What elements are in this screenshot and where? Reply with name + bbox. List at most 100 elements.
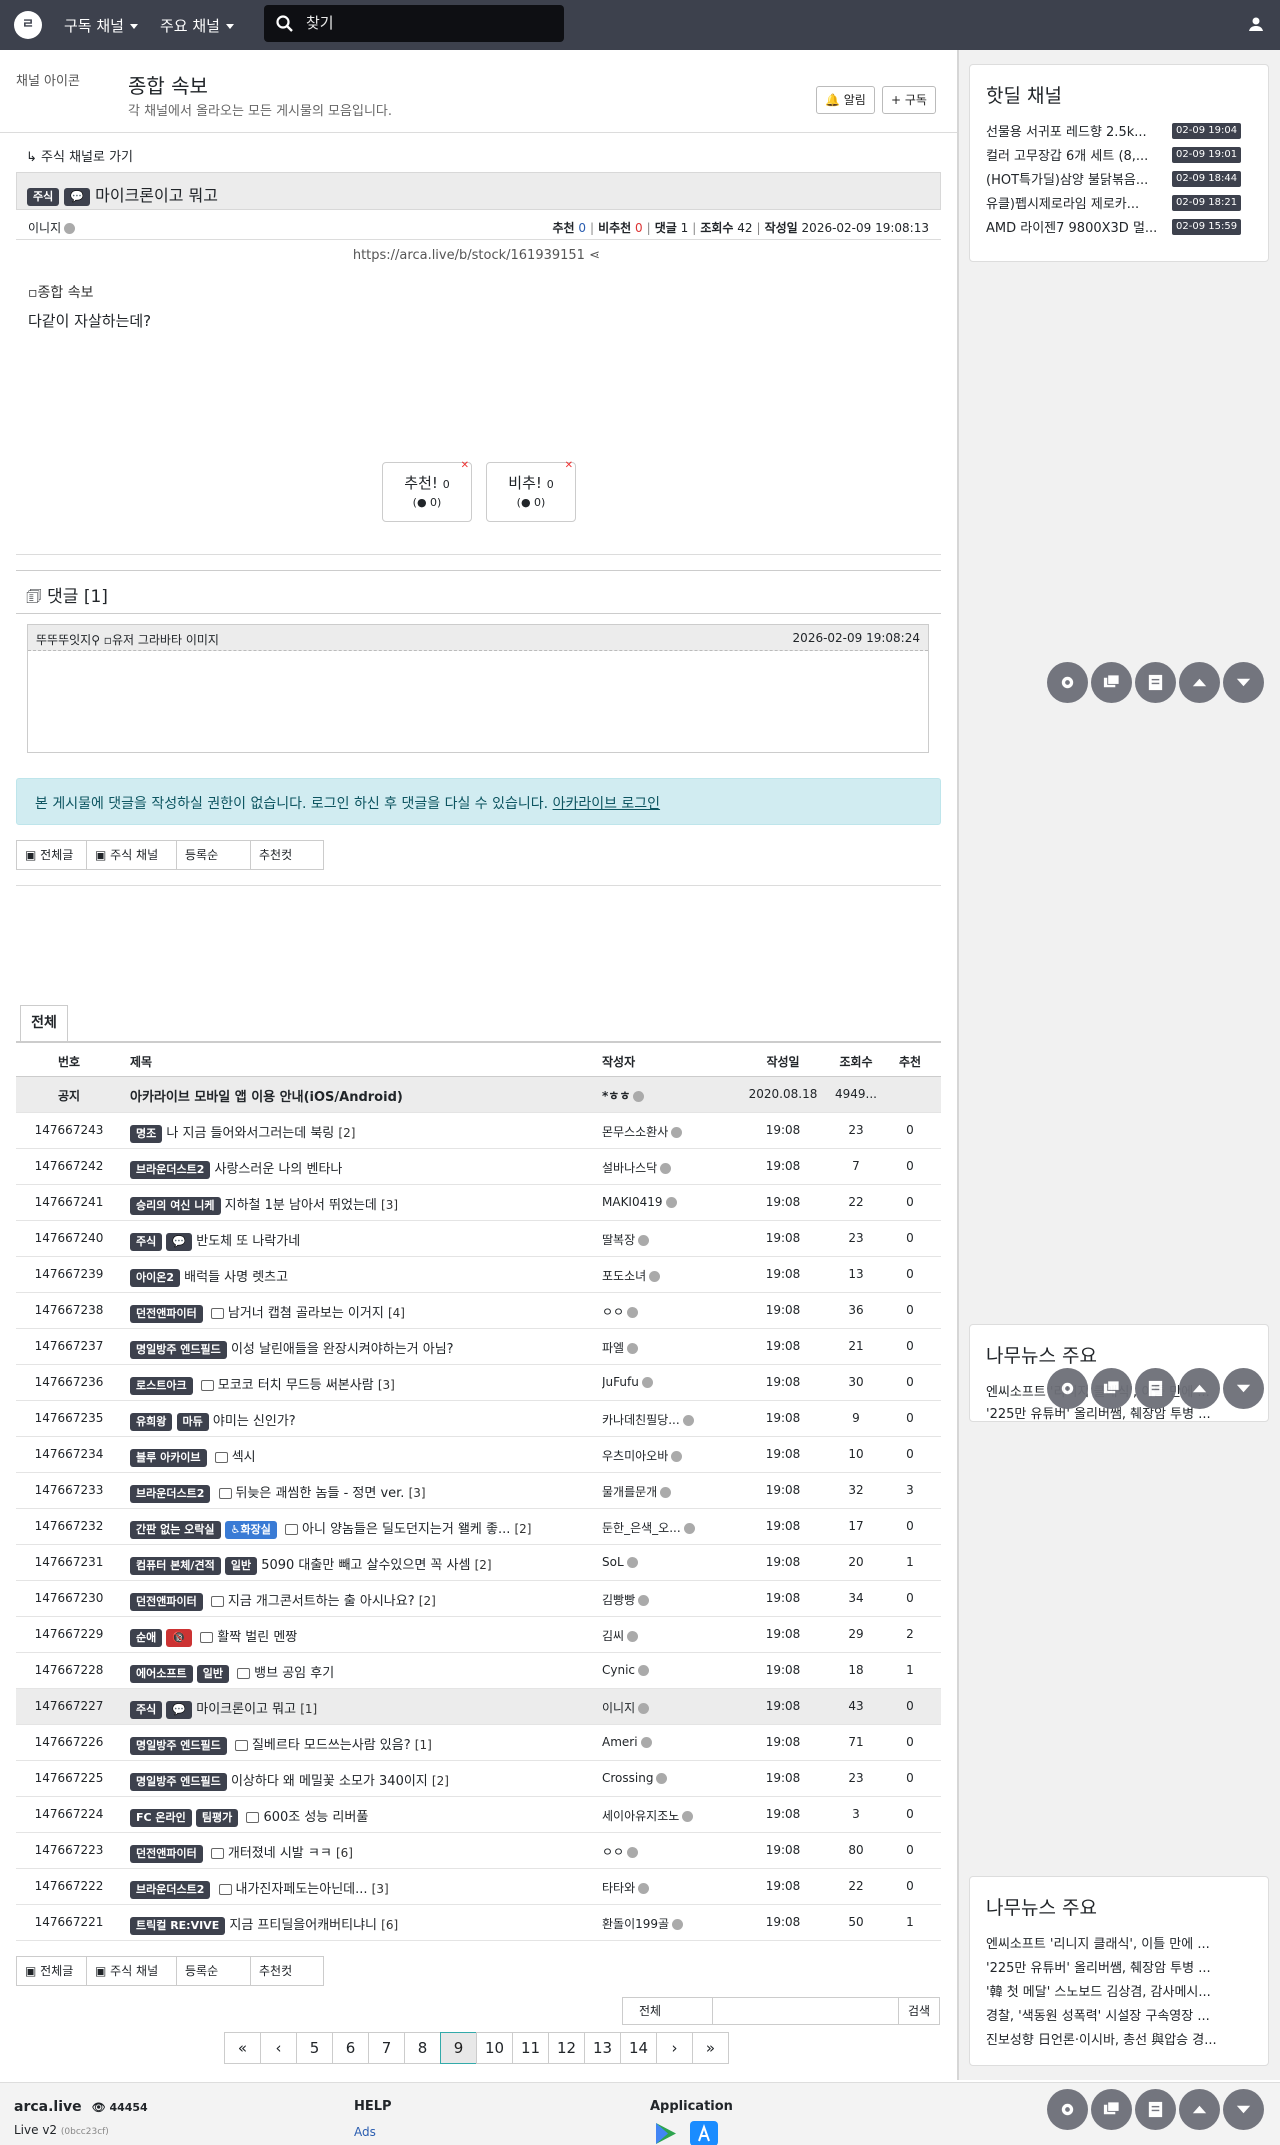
post-author[interactable]: 이니지 [602,1699,712,1716]
post-title[interactable]: 브라운더스트2 뒤늦은 괘씸한 놈들 - 정면 ver. [3] [130,1482,605,1503]
article-author[interactable]: 이니지 [28,219,76,236]
post-title[interactable]: 던전앤파이터 개터졌네 시발 ㅋㅋ [6] [130,1842,605,1863]
page-button[interactable]: 9 [440,2032,477,2064]
hotdeal-item[interactable]: 유클)펩시제로라임 제로카... [986,193,1168,212]
post-title[interactable]: 아이온2 배럭들 사명 렛츠고 [130,1266,605,1287]
category-badge[interactable]: FC 온라인 [130,1808,192,1827]
post-title[interactable]: 주식 💬 마이크론이고 뭐고 [1] [130,1698,605,1719]
post-row[interactable]: 147667240 주식 💬 반도체 또 나락가네 딸복장 19:08 23 0 [16,1221,941,1257]
post-author[interactable]: 세이아유지조노 [602,1807,712,1824]
subscribed-channels-menu[interactable]: 구독 채널 [64,15,138,36]
post-title[interactable]: 명일방주 엔드필드 이상하다 왜 메밀꽃 소모가 340이지 [2] [130,1770,605,1791]
category-badge[interactable]: 💬 [166,1700,193,1719]
post-title[interactable]: 승리의 여신 니케 지하철 1분 남아서 뛰었는데 [3] [130,1194,605,1215]
category-badge[interactable]: 명일방주 엔드필드 [130,1736,227,1755]
post-row[interactable]: 147667236 로스트아크 모코코 터치 무드등 써본사람 [3] JuFufu… [16,1365,941,1401]
list-button[interactable] [1135,1368,1176,1409]
login-link[interactable]: 아카라이브 로그인 [553,796,661,812]
post-author[interactable]: 딸복장 [602,1231,712,1248]
post-row[interactable]: 147667227 주식 💬 마이크론이고 뭐고 [1] 이니지 19:08 43 0 [16,1689,941,1725]
post-row[interactable]: 147667233 브라운더스트2 뒤늦은 괘씸한 놈들 - 정면 ver. [3… [16,1473,941,1509]
post-author[interactable]: 김씨 [602,1627,712,1644]
share-icon[interactable]: ⋖ [589,248,600,263]
post-row[interactable]: 147667235 유희왕 마듀 야미는 신인가? 카나데친필당... 19:08 9 0 [16,1401,941,1437]
scroll-up-button[interactable] [1179,2089,1220,2130]
post-title[interactable]: 던전앤파이터 남거너 캡쳠 골라보는 이거지 [4] [130,1302,605,1323]
post-author[interactable]: 파엘 [602,1339,712,1356]
post-title[interactable]: 브라운더스트2 사랑스러운 나의 벤타나 [130,1158,605,1179]
notice-title[interactable]: 아카라이브 모바일 앱 이용 안내(iOS/Android) [130,1086,605,1105]
post-row[interactable]: 147667234 블루 아카이브 섹시 우츠미아오바 19:08 10 0 [16,1437,941,1473]
post-row[interactable]: 147667243 명조 나 지금 들어와서그러는데 북링 [2] 몬무스소환사 19… [16,1113,941,1149]
news-item[interactable]: 엔씨소프트 '리니지 클래식', 이틀 만에 ... [986,1933,1256,1952]
post-title[interactable]: 명일방주 엔드필드 질베르타 모드쓰는사람 있음? [1] [130,1734,605,1755]
settings-button[interactable] [1047,2089,1088,2130]
post-author[interactable]: JuFufu [602,1375,712,1389]
category-badge[interactable]: 일반 [196,1664,229,1683]
category-badge[interactable]: 아이온2 [130,1268,181,1287]
post-title[interactable]: 컴퓨터 본체/견적 일반 5090 대출만 빼고 살수있으면 꼭 사셈 [2] [130,1554,605,1575]
filter-channel[interactable]: ▣ 주식 채널 [87,1957,177,1985]
post-title[interactable]: 주식 💬 반도체 또 나락가네 [130,1230,605,1251]
post-row[interactable]: 147667229 순애 🔞 활짝 벌린 멘짱 김씨 19:08 29 2 [16,1617,941,1653]
category-badge[interactable]: 마듀 [176,1412,209,1431]
news-title[interactable]: 나무뉴스 주요 [986,1893,1097,1920]
post-author[interactable]: Ameri [602,1735,712,1749]
filter-channel[interactable]: ▣ 주식 채널 [87,841,177,869]
next-page-button[interactable]: › [656,2032,693,2064]
first-page-button[interactable]: « [224,2032,261,2064]
post-title[interactable]: 에어소프트 일반 뱅브 공임 후기 [130,1662,605,1683]
filter-all-posts[interactable]: ▣ 전체글 [17,1957,87,1985]
filter-best[interactable]: 추천컷 [251,1957,323,1985]
page-button[interactable]: 7 [368,2032,405,2064]
comment-author[interactable]: 뚜뚜뚜잇지⚲ ▫유저 그라바타 이미지 [36,631,219,648]
post-author[interactable]: 몬무스소환사 [602,1123,712,1140]
google-play-icon[interactable] [652,2121,680,2145]
post-row[interactable]: 147667226 명일방주 엔드필드 질베르타 모드쓰는사람 있음? [1] Am… [16,1725,941,1761]
category-badge[interactable]: 에어소프트 [130,1664,193,1683]
news-item[interactable]: '225만 유튜버' 올리버쌤, 췌장암 투병 ... [986,1957,1256,1976]
list-button[interactable] [1135,662,1176,703]
post-title[interactable]: 유희왕 마듀 야미는 신인가? [130,1410,605,1431]
post-row[interactable]: 147667239 아이온2 배럭들 사명 렛츠고 포도소녀 19:08 13 0 [16,1257,941,1293]
post-title[interactable]: 간판 없는 오락실 ♿화장실 아니 양놈들은 딜도던지는거 왤케 좋... [2… [130,1518,605,1539]
alarm-button[interactable]: 🔔 알림 [816,86,875,114]
post-title[interactable]: 명일방주 엔드필드 이성 날린애들을 완장시켜야하는거 아님? [130,1338,605,1359]
search-icon[interactable] [276,15,293,32]
post-title[interactable]: 로스트아크 모코코 터치 무드등 써본사람 [3] [130,1374,605,1395]
post-author[interactable]: ㅇㅇ [602,1843,712,1860]
footer-ads-link[interactable]: Ads [354,2125,376,2139]
post-author[interactable]: 환돌이199골 [602,1915,712,1932]
list-search-input[interactable] [713,1998,899,2024]
category-badge[interactable]: 던전앤파이터 [130,1304,203,1323]
post-row[interactable]: 147667221 트릭컬 RE:VIVE 지금 프티딜을어캐버티냐니 [6] 환돌… [16,1905,941,1941]
post-author[interactable]: 카나데친필당... [602,1411,712,1428]
settings-button[interactable] [1047,662,1088,703]
scroll-up-button[interactable] [1179,662,1220,703]
category-badge[interactable]: 🔞 [166,1628,193,1647]
category-badge[interactable]: 브라운더스트2 [130,1484,211,1503]
arca-logo[interactable]: ㄹ [14,11,42,39]
category-badge[interactable]: 팀평가 [195,1808,239,1827]
page-button[interactable]: 13 [584,2032,621,2064]
post-row[interactable]: 147667222 브라운더스트2 내가진자페도는아닌데... [3] 타타와 19:… [16,1869,941,1905]
post-author[interactable]: Crossing [602,1771,712,1785]
main-channels-menu[interactable]: 주요 채널 [160,15,234,36]
scroll-up-button[interactable] [1179,1368,1220,1409]
category-badge[interactable]: 명일방주 엔드필드 [130,1772,227,1791]
notice-row[interactable]: 공지 아카라이브 모바일 앱 이용 안내(iOS/Android) *ㅎㅎ 20… [16,1077,941,1113]
post-row[interactable]: 147667231 컴퓨터 본체/견적 일반 5090 대출만 빼고 살수있으면 … [16,1545,941,1581]
user-icon[interactable] [1248,16,1264,32]
search-scope-select[interactable]: 전체 [623,1998,713,2024]
post-row[interactable]: 147667237 명일방주 엔드필드 이성 날린애들을 완장시켜야하는거 아님?… [16,1329,941,1365]
channel-title[interactable]: 종합 속보 [128,70,208,99]
hotdeal-item[interactable]: 컬러 고무장갑 6개 세트 (8,... [986,145,1168,164]
filter-order[interactable]: 등록순 [177,841,251,869]
page-button[interactable]: 11 [512,2032,549,2064]
search-input[interactable] [306,11,556,35]
category-badge[interactable]: 주식 [130,1232,163,1251]
news-item[interactable]: 경찰, '색동원 성폭력' 시설장 구속영장 ... [986,2005,1256,2024]
comments-button[interactable] [1091,2089,1132,2130]
category-badge[interactable]: 간판 없는 오락실 [130,1520,221,1539]
post-author[interactable]: ㅇㅇ [602,1303,712,1320]
